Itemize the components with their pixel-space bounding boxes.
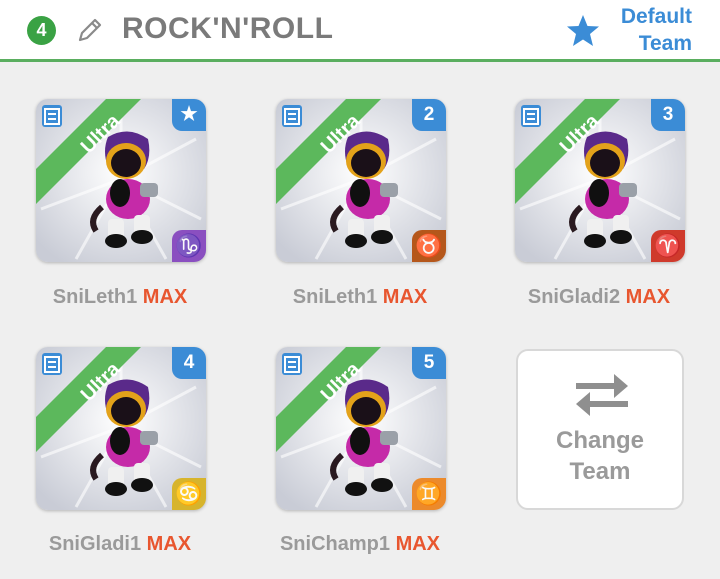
swap-arrows-icon — [576, 374, 628, 416]
monster-name-label: SniGladi2 MAX — [489, 286, 709, 309]
monster-name-label: SniLeth1 MAX — [250, 286, 470, 309]
monster-name: SniLeth1 — [292, 286, 378, 308]
zodiac-sign-icon: ♉ — [412, 230, 446, 262]
monster-card[interactable]: Ultra ★ ♑ — [36, 99, 206, 262]
zodiac-sign-icon: ♑ — [172, 230, 206, 262]
monster-card[interactable]: Ultra 3 ♈ — [515, 99, 685, 262]
monster-name-label: SniLeth1 MAX — [10, 286, 230, 309]
monster-level: MAX — [395, 533, 441, 555]
monster-level: MAX — [625, 286, 671, 308]
default-team-label-line2: Team — [638, 32, 692, 55]
team-header: 4 ROCK'N'ROLL Default Team — [0, 0, 720, 62]
monster-level: MAX — [142, 286, 188, 308]
edit-pencil-icon[interactable] — [76, 16, 104, 44]
monster-name: SniChamp1 — [279, 533, 390, 555]
default-team-label-line1: Default — [620, 5, 692, 28]
team-number-badge: 4 — [27, 16, 56, 45]
change-team-label: Change Team — [518, 425, 682, 487]
default-team-label[interactable]: Default Team — [582, 3, 692, 57]
slot-number-badge: 2 — [412, 99, 446, 131]
monster-card[interactable]: Ultra 5 ♊ — [276, 347, 446, 510]
change-team-label-line2: Team — [569, 458, 631, 485]
slot-number-badge: ★ — [172, 99, 206, 131]
team-name-title[interactable]: ROCK'N'ROLL — [122, 12, 333, 46]
monster-name-label: SniGladi1 MAX — [10, 533, 230, 556]
monster-card[interactable]: Ultra 2 ♉ — [276, 99, 446, 262]
zodiac-sign-icon: ♊ — [412, 478, 446, 510]
monster-name: SniLeth1 — [52, 286, 138, 308]
slot-number-badge: 3 — [651, 99, 685, 131]
zodiac-sign-icon: ♈ — [651, 230, 685, 262]
monster-level: MAX — [382, 286, 428, 308]
zodiac-sign-icon: ♋ — [172, 478, 206, 510]
change-team-label-line1: Change — [555, 427, 644, 454]
monster-card[interactable]: Ultra 4 ♋ — [36, 347, 206, 510]
change-team-button[interactable]: Change Team — [516, 349, 684, 510]
slot-number-badge: 4 — [172, 347, 206, 379]
slot-number-badge: 5 — [412, 347, 446, 379]
monster-name: SniGladi1 — [48, 533, 142, 555]
monster-name-label: SniChamp1 MAX — [250, 533, 470, 556]
monster-level: MAX — [146, 533, 192, 555]
monster-name: SniGladi2 — [527, 286, 621, 308]
